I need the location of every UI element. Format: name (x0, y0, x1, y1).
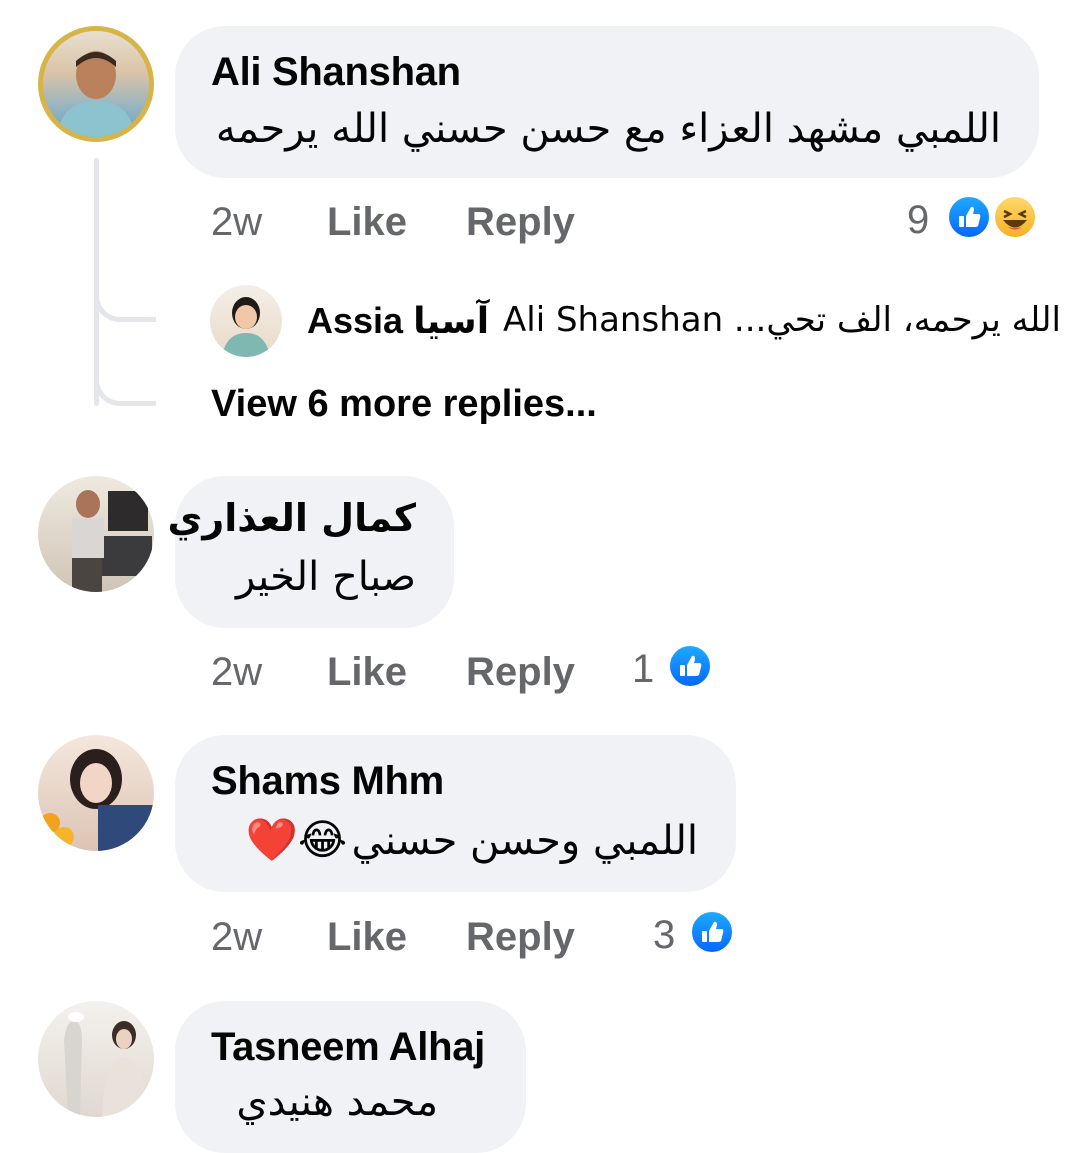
thread-branch (94, 270, 156, 322)
comment-text: اللمبي وحسن حسني (351, 818, 698, 864)
avatar-photo (64, 1012, 148, 1117)
haha-icon (992, 194, 1038, 240)
view-more-replies[interactable]: View 6 more replies... (211, 383, 597, 426)
reaction-count[interactable]: 3 (653, 913, 675, 958)
comment-text: صباح الخير (235, 554, 416, 600)
reply-button[interactable]: Reply (466, 915, 575, 960)
comment-time[interactable]: 2w (211, 200, 262, 245)
thread-branch (94, 354, 156, 406)
comment-text: محمد هنيدي (236, 1079, 438, 1125)
avatar-photo (57, 51, 135, 137)
like-button[interactable]: Like (327, 200, 407, 245)
reaction-count[interactable]: 9 (907, 198, 929, 243)
like-icon (946, 194, 992, 240)
avatar[interactable] (38, 476, 154, 592)
reply-button[interactable]: Reply (466, 650, 575, 695)
like-button[interactable]: Like (327, 915, 407, 960)
comment-time[interactable]: 2w (211, 650, 262, 695)
like-button[interactable]: Like (327, 650, 407, 695)
avatar[interactable] (38, 1001, 154, 1117)
reply-avatar[interactable] (210, 285, 282, 357)
comment-text-row: اللمبي وحسن حسني 😂❤️ (246, 815, 698, 865)
comment-author[interactable]: Tasneem Alhaj (211, 1025, 485, 1070)
comment-bubble: Tasneem Alhaj محمد هنيدي (175, 1001, 526, 1153)
emoji-laugh-heart: 😂❤️ (245, 816, 348, 863)
reply-button[interactable]: Reply (466, 200, 575, 245)
like-icon (689, 909, 735, 955)
comment-bubble: Shams Mhm اللمبي وحسن حسني 😂❤️ (175, 735, 736, 892)
comment-author[interactable]: Shams Mhm (211, 759, 444, 804)
reply-text[interactable]: Ali Shanshan ...الله يرحمه، الف تحي (503, 300, 1061, 340)
like-icon (667, 643, 713, 689)
comment-author[interactable]: Ali Shanshan (211, 50, 461, 95)
comment-time[interactable]: 2w (211, 915, 262, 960)
reply-author[interactable]: Assia آسيا (307, 300, 489, 342)
avatar-photo (72, 490, 152, 592)
comment-bubble: كمال العذاري صباح الخير (168, 476, 454, 628)
avatar[interactable] (38, 735, 154, 851)
reaction-count[interactable]: 1 (632, 647, 654, 692)
avatar[interactable] (38, 26, 154, 142)
comment-text: اللمبي مشهد العزاء مع حسن حسني الله يرحم… (215, 106, 1001, 152)
comment-bubble: Ali Shanshan اللمبي مشهد العزاء مع حسن ح… (175, 26, 1039, 178)
avatar-photo (38, 749, 154, 851)
comment-author[interactable]: كمال العذاري (168, 496, 416, 540)
